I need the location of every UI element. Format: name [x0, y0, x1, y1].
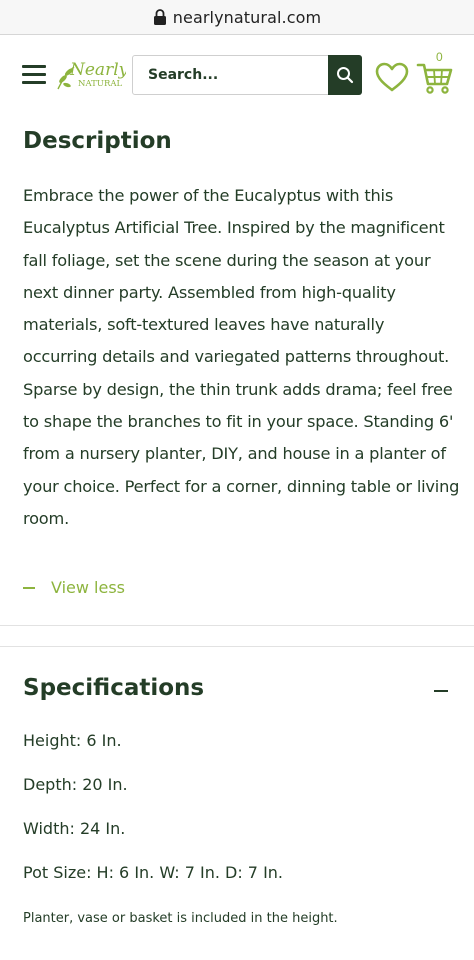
spec-depth: Depth: 20 In. — [23, 775, 128, 794]
lock-icon — [153, 9, 166, 25]
cart-icon[interactable] — [416, 60, 454, 96]
view-less-label: View less — [51, 578, 126, 597]
svg-text:Nearly: Nearly — [69, 60, 126, 80]
site-header: Nearly NATURAL 0 — [0, 40, 474, 112]
url-text: nearlynatural.com — [172, 7, 322, 27]
search-bar — [132, 55, 362, 95]
minus-icon — [23, 586, 35, 589]
spec-height: Height: 6 In. — [23, 731, 122, 750]
svg-text:NATURAL: NATURAL — [78, 79, 122, 89]
spec-width: Width: 24 In. — [23, 819, 126, 838]
section-divider — [0, 646, 474, 647]
section-divider — [0, 625, 474, 626]
view-less-toggle[interactable]: View less — [23, 578, 125, 597]
browser-url-bar[interactable]: nearlynatural.com — [0, 0, 474, 35]
description-body: Embrace the power of the Eucalyptus with… — [23, 186, 460, 528]
search-input[interactable] — [133, 56, 329, 94]
search-icon — [337, 67, 354, 84]
specifications-heading: Specifications — [23, 675, 205, 701]
heart-icon[interactable] — [374, 61, 410, 93]
spec-note: Planter, vase or basket is included in t… — [23, 911, 338, 926]
spec-pot-size: Pot Size: H: 6 In. W: 7 In. D: 7 In. — [23, 863, 284, 882]
menu-button[interactable] — [22, 65, 46, 85]
nearly-natural-logo[interactable]: Nearly NATURAL — [54, 55, 126, 95]
collapse-specifications-button[interactable] — [430, 680, 454, 704]
search-button[interactable] — [328, 55, 362, 95]
minus-icon — [434, 690, 448, 692]
description-heading: Description — [23, 128, 172, 154]
